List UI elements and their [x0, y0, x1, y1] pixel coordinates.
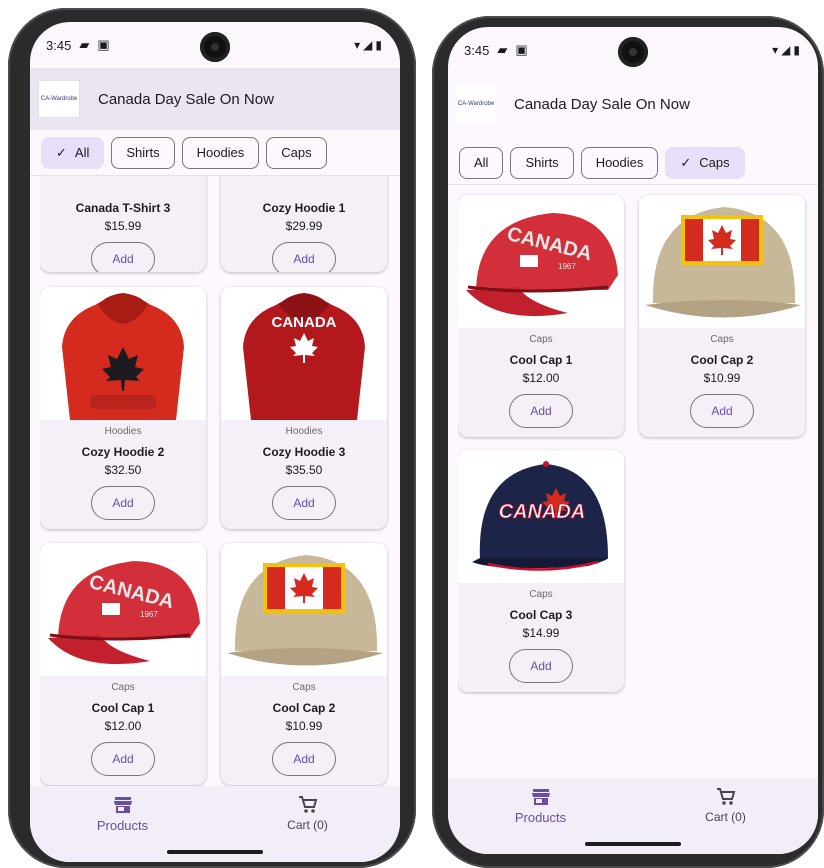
camera-cutout: [618, 37, 648, 67]
add-button[interactable]: Add: [509, 394, 573, 428]
chip-shirts[interactable]: Shirts: [111, 136, 175, 169]
add-button[interactable]: Add: [272, 742, 336, 776]
check-icon: ✓: [680, 154, 692, 170]
filter-chips: ✓ All Shirts Hoodies Caps: [30, 130, 400, 176]
svg-text:CANADA: CANADA: [272, 314, 337, 331]
product-card: Cozy Hoodie 1 $29.99 Add: [221, 176, 387, 272]
svg-text:CANADA: CANADA: [499, 501, 586, 523]
signal-icon: ◢: [363, 38, 373, 52]
battery-icon: ▮: [375, 38, 382, 52]
screen-right: 3:45 ▰ ▣ ▾ ◢ ▮ CA-Wardrobe Canada Day Sa…: [448, 27, 818, 854]
wifi-icon: ▾: [772, 43, 779, 57]
product-card: CANADA 1967 Caps Cool Cap 1 $12.00 Add: [40, 543, 206, 785]
app-bar: CA-Wardrobe Canada Day Sale On Now: [448, 73, 818, 135]
product-name: Cozy Hoodie 2: [81, 445, 165, 459]
hoodie-image: [40, 287, 206, 420]
product-price: $15.99: [104, 219, 142, 233]
check-icon: ✓: [56, 144, 67, 160]
phone-left: 3:45 ▰ ▣ ▾ ◢ ▮ CA-Wardrobe Canada Day Sa…: [8, 8, 416, 868]
chip-caps[interactable]: ✓ Caps: [665, 146, 745, 179]
chip-hoodies[interactable]: Hoodies: [580, 146, 659, 179]
page-title: Canada Day Sale On Now: [514, 95, 690, 113]
hoodie-image: CANADA: [221, 287, 387, 420]
product-card: CANADA Hoodies Cozy Hoodie 3 $35.50 Add: [221, 287, 387, 529]
product-grid: Canada T-Shirt 3 $15.99 Add Cozy Hoodie …: [40, 176, 390, 786]
product-name: Cool Cap 2: [272, 701, 336, 715]
cap-image: [639, 195, 805, 328]
nav-cart[interactable]: Cart (0): [248, 796, 368, 832]
nav-products[interactable]: Products: [63, 796, 183, 833]
cart-icon: [298, 796, 317, 813]
product-card: Canada T-Shirt 3 $15.99 Add: [40, 176, 206, 272]
battery-icon: ▮: [793, 43, 800, 57]
product-price: $12.00: [104, 719, 142, 733]
product-price: $32.50: [104, 463, 142, 477]
chip-shirts[interactable]: Shirts: [510, 146, 574, 179]
product-card: Caps Cool Cap 2 $10.99 Add: [221, 543, 387, 785]
store-icon: [113, 797, 132, 813]
cap-image: [221, 543, 387, 676]
cap-image: CANADA 1967: [458, 195, 624, 328]
product-name: Canada T-Shirt 3: [75, 201, 171, 215]
home-indicator[interactable]: [167, 850, 263, 854]
chip-hoodies[interactable]: Hoodies: [181, 136, 260, 169]
add-button[interactable]: Add: [91, 486, 155, 520]
product-price: $35.50: [285, 463, 323, 477]
add-button[interactable]: Add: [509, 649, 573, 683]
add-button[interactable]: Add: [91, 242, 155, 272]
add-button[interactable]: Add: [690, 394, 754, 428]
add-button[interactable]: Add: [272, 486, 336, 520]
cap-image: CANADA: [458, 450, 624, 583]
screen-left: 3:45 ▰ ▣ ▾ ◢ ▮ CA-Wardrobe Canada Day Sa…: [30, 22, 400, 862]
product-price: $10.99: [703, 371, 741, 385]
notification-icon: ▣: [515, 42, 528, 57]
cart-icon: [716, 788, 735, 805]
product-name: Cool Cap 3: [509, 608, 573, 622]
chip-caps[interactable]: Caps: [266, 136, 327, 169]
product-price: $14.99: [522, 626, 560, 640]
product-name: Cool Cap 1: [509, 353, 573, 367]
status-time: 3:45: [464, 42, 490, 58]
product-name: Cozy Hoodie 1: [262, 201, 346, 215]
product-price: $12.00: [522, 371, 560, 385]
add-button[interactable]: Add: [91, 742, 155, 776]
status-time: 3:45: [46, 37, 72, 53]
product-name: Cozy Hoodie 3: [262, 445, 346, 459]
home-indicator[interactable]: [585, 842, 681, 846]
camera-cutout: [200, 32, 230, 62]
sd-card-icon: ▰: [79, 37, 90, 52]
chip-all[interactable]: ✓ All: [41, 136, 105, 169]
sd-card-icon: ▰: [497, 42, 508, 57]
product-card: Caps Cool Cap 2 $10.99 Add: [639, 195, 805, 437]
product-name: Cool Cap 2: [690, 353, 754, 367]
nav-cart[interactable]: Cart (0): [666, 788, 786, 824]
svg-text:1967: 1967: [558, 262, 576, 271]
product-name: Cool Cap 1: [91, 701, 155, 715]
page-title: Canada Day Sale On Now: [98, 90, 274, 108]
chip-all[interactable]: All: [459, 146, 504, 179]
product-price: $10.99: [285, 719, 323, 733]
product-card: CANADA 1967 Caps Cool Cap 1 $12.00 Add: [458, 195, 624, 437]
product-card: Hoodies Cozy Hoodie 2 $32.50 Add: [40, 287, 206, 529]
svg-text:1967: 1967: [140, 610, 158, 619]
filter-chips: All Shirts Hoodies ✓ Caps: [448, 141, 818, 185]
cap-image: CANADA 1967: [40, 543, 206, 676]
notification-icon: ▣: [97, 37, 110, 52]
store-icon: [531, 789, 550, 805]
app-bar: CA-Wardrobe Canada Day Sale On Now: [30, 68, 400, 130]
brand-logo: CA-Wardrobe: [38, 80, 80, 118]
product-card: CANADA Caps Cool Cap 3 $14.99 Add: [458, 450, 624, 692]
signal-icon: ◢: [781, 43, 791, 57]
wifi-icon: ▾: [354, 38, 361, 52]
nav-products[interactable]: Products: [481, 788, 601, 825]
product-price: $29.99: [285, 219, 323, 233]
phone-right: 3:45 ▰ ▣ ▾ ◢ ▮ CA-Wardrobe Canada Day Sa…: [432, 16, 824, 868]
add-button[interactable]: Add: [272, 242, 336, 272]
brand-logo: CA-Wardrobe: [456, 86, 496, 122]
product-grid: CANADA 1967 Caps Cool Cap 1 $12.00 Add C…: [458, 185, 808, 785]
